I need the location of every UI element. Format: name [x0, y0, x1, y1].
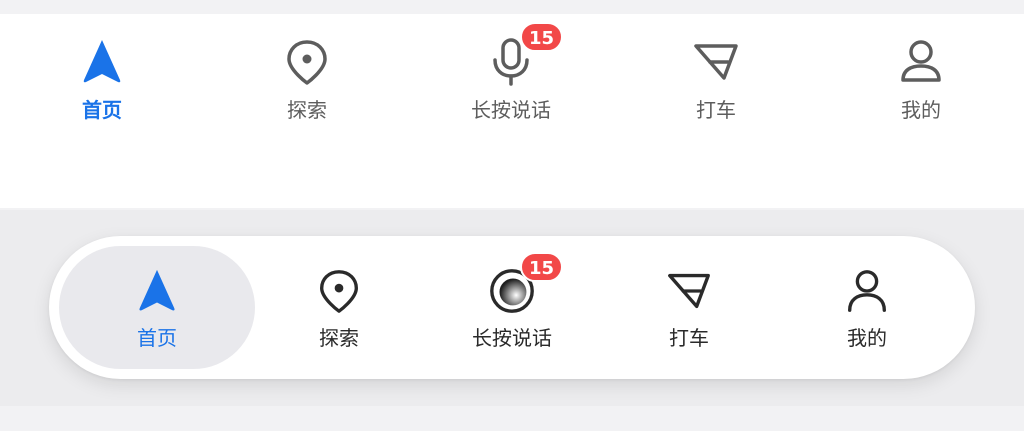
tab-explore[interactable]: 探索: [247, 36, 367, 136]
floating-tab-home-label: 首页: [137, 326, 177, 350]
voice-assistant-icon: 15: [487, 252, 563, 316]
tab-taxi[interactable]: 打车: [656, 36, 776, 136]
notification-badge: 15: [519, 252, 563, 282]
user-icon: [895, 36, 947, 88]
navigation-arrow-icon: [132, 266, 182, 316]
floating-tab-home[interactable]: 首页: [97, 266, 217, 366]
floating-tab-voice-label: 长按说话: [472, 326, 552, 350]
taxi-icon: [664, 266, 714, 316]
floating-tab-mine-label: 我的: [847, 326, 887, 350]
tab-mine[interactable]: 我的: [861, 36, 981, 136]
tab-explore-label: 探索: [287, 98, 327, 122]
floating-tab-bar: 首页 探索 15 长按说话 打车 我的: [49, 236, 975, 379]
navigation-arrow-icon: [76, 36, 128, 88]
screen: 首页 探索 15 长按说话 打车 我的 首页 探索 15 长按说话 打车 我的: [0, 0, 1024, 431]
user-icon: [842, 266, 892, 316]
floating-tab-mine[interactable]: 我的: [807, 266, 927, 366]
tab-home[interactable]: 首页: [42, 36, 162, 136]
notification-badge: 15: [519, 22, 563, 52]
floating-tab-explore-label: 探索: [319, 326, 359, 350]
tab-voice[interactable]: 15 长按说话: [451, 22, 571, 136]
floating-tab-voice[interactable]: 15 长按说话: [452, 252, 572, 366]
location-pin-icon: [314, 266, 364, 316]
location-pin-icon: [281, 36, 333, 88]
tab-voice-label: 长按说话: [471, 98, 551, 122]
microphone-icon: 15: [485, 22, 563, 88]
taxi-icon: [690, 36, 742, 88]
tab-mine-label: 我的: [901, 98, 941, 122]
floating-tab-explore[interactable]: 探索: [279, 266, 399, 366]
tab-home-label: 首页: [82, 98, 122, 122]
top-tab-bar: 首页 探索 15 长按说话 打车 我的: [0, 14, 1024, 208]
tab-taxi-label: 打车: [696, 98, 736, 122]
floating-tab-taxi-label: 打车: [669, 326, 709, 350]
floating-tab-taxi[interactable]: 打车: [629, 266, 749, 366]
